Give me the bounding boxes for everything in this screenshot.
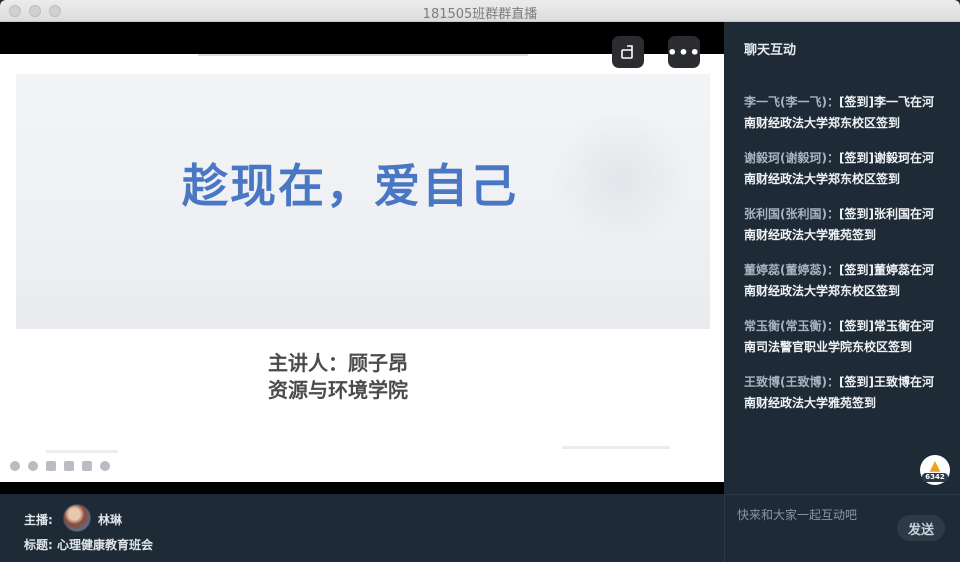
presenter-college: 资源与环境学院 [268,378,408,402]
next-slide-icon [28,461,38,471]
window-title: 181505班群群直播 [422,7,538,22]
message-sender: 谢毅珂(谢毅珂)： [744,151,839,165]
chat-message-list[interactable]: 李一飞(李一飞)：[签到]李一飞在河南财经政法大学郑东校区签到 谢毅珂(谢毅珂)… [724,62,960,482]
chat-panel: 聊天互动 李一飞(李一飞)：[签到]李一飞在河南财经政法大学郑东校区签到 谢毅珂… [724,22,960,494]
pen-icon [46,461,56,471]
chat-message: 张利国(张利国)：[签到]张利国在河南财经政法大学雅苑签到 [744,204,944,246]
rotate-screen-button[interactable] [612,36,644,68]
live-video[interactable]: 趁现在，爱自己 主讲人：顾子昂 资源与环境学院 ••• [0,22,724,494]
title-bar: 181505班群群直播 [0,0,960,22]
send-button[interactable]: 发送 [897,515,945,541]
zoom-icon [64,461,74,471]
chat-header: 聊天互动 [744,43,797,58]
rotate-screen-icon [621,45,633,59]
chat-message: 王致博(王致博)：[签到]王致博在河南财经政法大学雅苑签到 [744,372,944,414]
chat-message: 常玉衡(常玉衡)：[签到]常玉衡在河南司法警官职业学院东校区签到 [744,316,944,358]
more-icon [100,461,110,471]
subject-value: 心理健康教育班会 [57,538,154,552]
slide-decoration [546,114,696,244]
chat-input[interactable] [737,505,877,525]
more-options-button[interactable]: ••• [667,36,701,68]
camera-icon [82,461,92,471]
more-dots-icon: ••• [667,42,701,62]
presenter-name: 主讲人：顾子昂 [268,351,408,375]
slide-divider [46,450,118,453]
message-sender: 李一飞(李一飞)： [744,95,839,109]
chat-input-area: 发送 [724,494,960,562]
host-name: 林琳 [98,513,123,527]
app-window: 181505班群群直播 趁现在，爱自己 主讲人：顾子昂 资源与环境学院 ••• … [0,0,960,562]
message-sender: 常玉衡(常玉衡)： [744,319,839,333]
prev-slide-icon [10,461,20,471]
presentation-slide: 趁现在，爱自己 主讲人：顾子昂 资源与环境学院 [0,54,724,482]
like-button[interactable]: ▲ 6342 [920,455,950,485]
message-sender: 董婷蕊(董婷蕊)： [744,263,839,277]
chat-message: 董婷蕊(董婷蕊)：[签到]董婷蕊在河南财经政法大学郑东校区签到 [744,260,944,302]
slide-toolbar [10,461,110,471]
chat-message: 李一飞(李一飞)：[签到]李一飞在河南财经政法大学郑东校区签到 [744,92,944,134]
stream-info-bar: 主播: 林琳 标题: 心理健康教育班会 [0,494,724,562]
slide-title: 趁现在，爱自己 [182,159,518,213]
message-sender: 王致博(王致博)： [744,375,839,389]
stream-subject: 标题: 心理健康教育班会 [24,536,153,553]
host-label: 主播: [24,513,53,527]
subject-label: 标题: [24,538,53,552]
host-avatar[interactable] [63,504,91,532]
like-count: 6342 [922,473,948,482]
chat-message: 谢毅珂(谢毅珂)：[签到]谢毅珂在河南财经政法大学郑东校区签到 [744,148,944,190]
slide-divider [562,446,670,449]
slide-presenter: 主讲人：顾子昂 资源与环境学院 [268,350,408,404]
slide-top-line [198,54,528,56]
message-sender: 张利国(张利国)： [744,207,839,221]
